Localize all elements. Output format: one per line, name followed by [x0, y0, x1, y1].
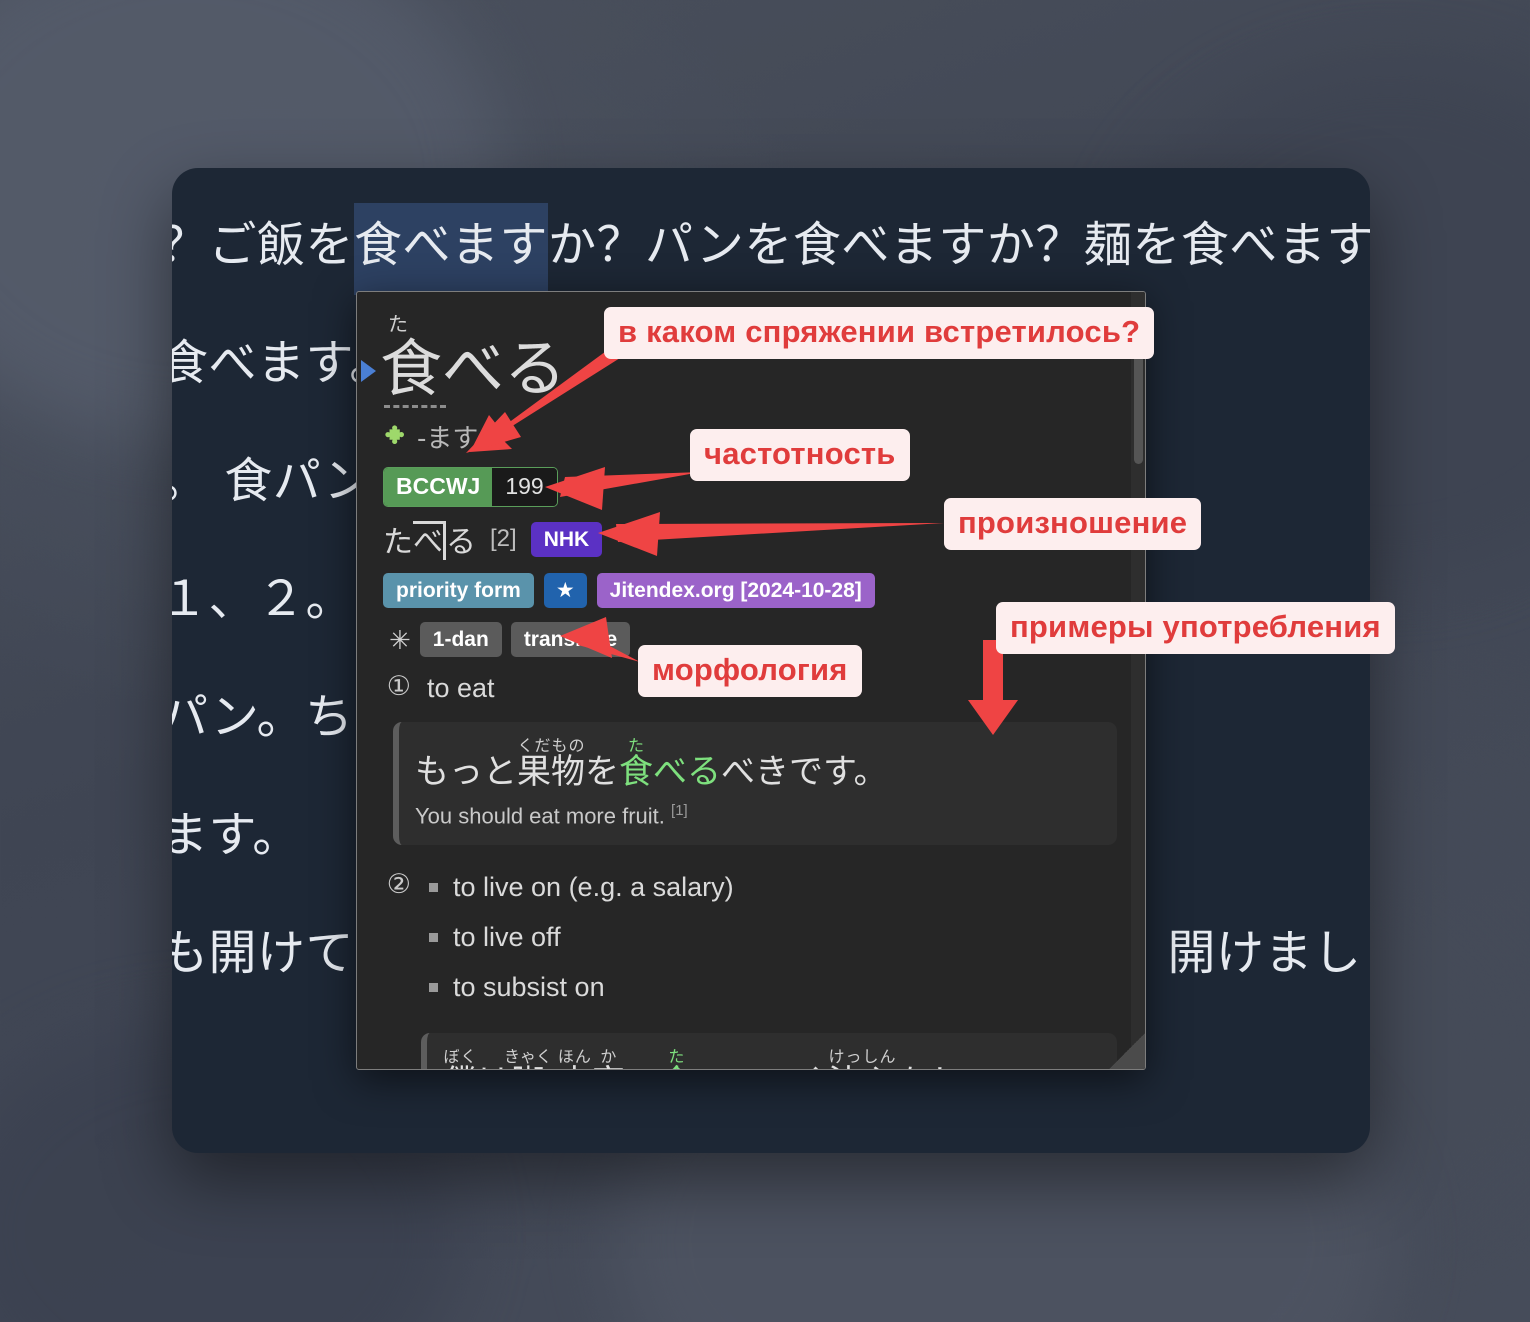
- example-highlighted-term: 食たべて: [659, 1046, 760, 1069]
- reader-line-pre: パン。ち: [172, 689, 354, 745]
- example-sentence-1: もっと果物くだものを食たべるべきです。 You should eat more …: [393, 722, 1117, 846]
- frequency-badge[interactable]: BCCWJ 199: [383, 467, 558, 508]
- asterisk-icon: ✳: [389, 624, 411, 655]
- text-selection-highlight[interactable]: 食べます: [354, 203, 549, 295]
- example-highlighted-term: 食たべる: [619, 736, 721, 793]
- play-audio-icon[interactable]: [361, 360, 376, 382]
- reader-line: ？ご飯を食べますか？パンを食べますか？麺を食べます: [172, 186, 1370, 304]
- popup-scrollbar-thumb[interactable]: [1134, 354, 1143, 464]
- definition-gloss: to live on (e.g. a salary): [425, 867, 1117, 909]
- annotation-morphology: морфология: [638, 645, 862, 697]
- tag-1-dan[interactable]: 1-dan: [419, 622, 502, 658]
- annotation-conjugation: в каком спряжении встретилось?: [604, 307, 1155, 359]
- frequency-value: 199: [492, 468, 557, 507]
- tag-transitive[interactable]: transitive: [510, 622, 631, 658]
- annotation-frequency: частотность: [690, 429, 910, 481]
- pitch-source-tag-nhk[interactable]: NHK: [530, 521, 603, 557]
- star-icon[interactable]: ★: [543, 573, 587, 609]
- annotation-usage-examples: примеры употребления: [996, 602, 1395, 654]
- definition-gloss: to subsist on: [425, 967, 1117, 1009]
- pitch-reading-accented: べ: [413, 521, 446, 561]
- example-sentence-2: 僕ぼくは脚きゃく 本ほん家かで食たべていく決心けっしんをし: [421, 1032, 1117, 1069]
- headword-underline: [384, 405, 446, 409]
- pitch-accent-reading: たべる: [383, 517, 476, 561]
- inflection-label: -ます: [417, 424, 479, 455]
- headword-text[interactable]: 食べる: [380, 336, 566, 401]
- example-reference: [1]: [671, 801, 688, 819]
- example-japanese: もっと果物くだものを食たべるべきです。: [415, 736, 888, 793]
- tag-priority-form[interactable]: priority form: [383, 573, 534, 609]
- reader-line-pre: ？ご飯を: [172, 217, 355, 273]
- puzzle-piece-icon: [383, 423, 411, 451]
- popup-resize-handle[interactable]: [1109, 1033, 1145, 1069]
- example-translation-text: You should eat more fruit.: [415, 803, 665, 829]
- annotation-pronunciation: произношение: [944, 498, 1202, 550]
- pitch-reading-start: た: [383, 525, 413, 561]
- example-japanese: 僕ぼくは脚きゃく 本ほん家かで食たべていく決心けっしんをし: [443, 1047, 1099, 1069]
- pitch-accent-number: [2]: [490, 525, 517, 553]
- reader-line-pre: 。 食パン: [172, 453, 373, 509]
- ruby-kudamono: 果物くだもの: [517, 736, 585, 793]
- definition-gloss: to live off: [425, 917, 1117, 959]
- reader-line-pre: １、２。: [172, 571, 355, 627]
- definition-body: to live on (e.g. a salary) to live off t…: [425, 867, 1117, 1017]
- headword-block: た 食べる: [380, 312, 566, 409]
- popup-scrollbar[interactable]: [1131, 292, 1145, 1069]
- reader-line-post: か？パンを食べますか？麺を食べます: [548, 217, 1370, 273]
- headword-furigana: た: [388, 312, 408, 336]
- reader-line-pre: ます。: [172, 807, 301, 863]
- definition-number: ①: [386, 671, 411, 703]
- definition-number: ②: [386, 869, 411, 901]
- example-translation: You should eat more fruit. [1]: [415, 802, 1099, 829]
- frequency-dictionary-label: BCCWJ: [384, 468, 493, 507]
- tag-jitendex-source[interactable]: Jitendex.org [2024-10-28]: [596, 573, 875, 609]
- pitch-reading-end: る: [446, 525, 476, 561]
- definition-gloss-list: to live on (e.g. a salary) to live off t…: [425, 867, 1117, 1009]
- definition-entry: ② to live on (e.g. a salary) to live off…: [365, 867, 1117, 1017]
